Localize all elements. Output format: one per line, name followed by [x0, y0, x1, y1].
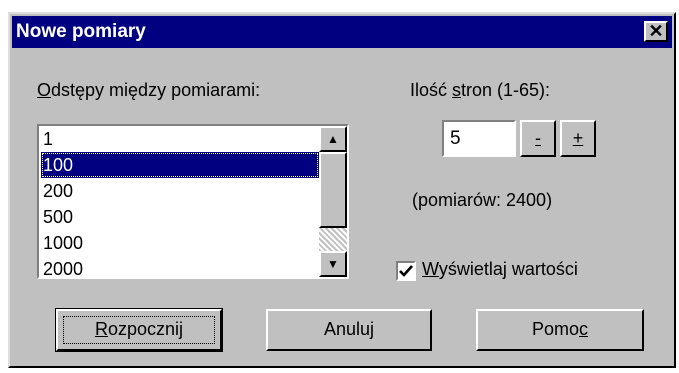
- list-item[interactable]: 1000: [41, 230, 319, 256]
- measurement-count-text: (pomiarów: 2400): [412, 190, 553, 210]
- checkmark-icon: [399, 265, 413, 277]
- arrow-up-icon: ▲: [327, 132, 339, 146]
- title-bar: Nowe pomiary ✕: [12, 16, 672, 48]
- intervals-list: 1 100 200 500 1000 2000: [41, 126, 319, 282]
- show-values-checkbox[interactable]: [396, 261, 416, 281]
- list-item[interactable]: 500: [41, 204, 319, 230]
- intervals-listbox[interactable]: 1 100 200 500 1000 2000 ▲ ▼: [37, 124, 349, 279]
- new-measurements-dialog: Nowe pomiary ✕ Odstępy między pomiarami:…: [8, 12, 676, 368]
- start-button[interactable]: Rozpocznij: [55, 308, 223, 352]
- list-item[interactable]: 2000: [41, 256, 319, 282]
- window-title: Nowe pomiary: [16, 21, 146, 42]
- scroll-track[interactable]: [319, 228, 347, 251]
- list-item-selected[interactable]: 100: [41, 152, 319, 178]
- intervals-scrollbar[interactable]: ▲ ▼: [319, 126, 347, 277]
- decrement-button[interactable]: -: [520, 120, 556, 157]
- increment-button[interactable]: +: [560, 120, 596, 157]
- scroll-down-button[interactable]: ▼: [319, 251, 347, 277]
- list-item[interactable]: 200: [41, 178, 319, 204]
- show-values-label[interactable]: Wyświetlaj wartości: [422, 259, 578, 280]
- list-item[interactable]: 1: [41, 126, 319, 152]
- arrow-down-icon: ▼: [327, 257, 339, 271]
- close-icon: ✕: [648, 21, 664, 41]
- pages-count-input[interactable]: [442, 120, 516, 157]
- cancel-button[interactable]: Anuluj: [266, 309, 432, 351]
- intervals-label: Odstępy między pomiarami:: [37, 80, 261, 100]
- scroll-up-button[interactable]: ▲: [319, 126, 347, 152]
- scroll-thumb[interactable]: [319, 152, 347, 228]
- help-button[interactable]: Pomoc: [476, 309, 644, 351]
- pages-label: Ilość stron (1-65):: [410, 80, 551, 100]
- close-button[interactable]: ✕: [644, 21, 668, 42]
